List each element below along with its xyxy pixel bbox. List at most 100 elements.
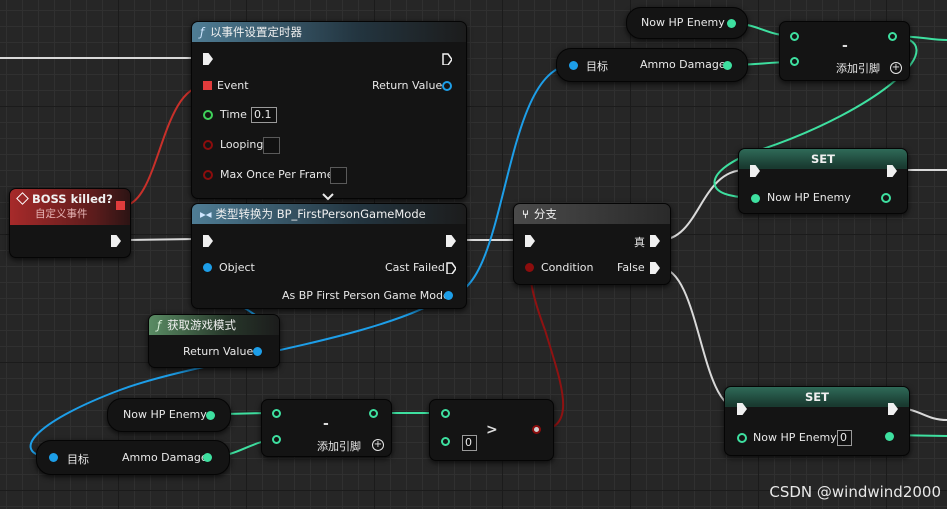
target-label: 目标 [67, 453, 89, 466]
now-hp-value-input[interactable]: 0 [837, 430, 852, 446]
target-pin[interactable] [569, 61, 578, 70]
cast-failed-pin[interactable] [446, 262, 456, 274]
now-hp-output-pin[interactable] [881, 193, 891, 203]
top-subtract-node[interactable]: - 添加引脚 + [779, 21, 910, 81]
event-diamond-icon [16, 192, 29, 205]
return-value-label: Return Value [372, 79, 443, 92]
set-node-top[interactable]: SET Now HP Enemy [738, 148, 908, 214]
top-now-hp-getter[interactable]: Now HP Enemy [626, 7, 748, 39]
boss-killed-header: BOSS killed? 自定义事件 [10, 189, 130, 225]
exec-out-pin[interactable] [442, 53, 452, 65]
set-node-bottom[interactable]: SET Now HP Enemy 0 [724, 386, 910, 456]
set-timer-node[interactable]: ƒ 以事件设置定时器 Event Return Value Time 0.1 Lo… [191, 21, 467, 201]
bottom-ammo-damage-getter[interactable]: 目标 Ammo Damage [36, 440, 230, 475]
branch-header: ⑂ 分支 [514, 204, 670, 224]
cast-header: ▸◂ 类型转换为 BP_FirstPersonGameMode [192, 204, 466, 224]
get-game-mode-header: ƒ 获取游戏模式 [149, 315, 279, 335]
subtract-input-b-pin[interactable] [790, 57, 799, 66]
false-exec-pin[interactable] [650, 262, 660, 274]
exec-in-pin[interactable] [203, 235, 213, 247]
max-once-pin[interactable] [203, 170, 213, 180]
subtract-input-a-pin[interactable] [272, 409, 281, 418]
bottom-subtract-node[interactable]: - 添加引脚 + [261, 399, 392, 457]
exec-out-pin[interactable] [111, 235, 121, 247]
now-hp-label: Now HP Enemy [767, 191, 851, 204]
ammo-damage-label: Ammo Damage [122, 451, 208, 464]
now-hp-pin[interactable] [727, 19, 736, 28]
greater-input-a-pin[interactable] [441, 409, 450, 418]
set-timer-title: 以事件设置定时器 [210, 25, 303, 39]
false-label: False [617, 261, 645, 274]
object-label: Object [219, 261, 255, 274]
ammo-damage-pin[interactable] [203, 453, 212, 462]
target-label: 目标 [586, 60, 608, 73]
subtract-output-pin[interactable] [369, 409, 378, 418]
exec-wire [123, 238, 197, 241]
function-icon: ƒ [200, 25, 205, 39]
true-label: 真 [634, 236, 645, 249]
time-input[interactable]: 0.1 [251, 107, 277, 123]
cast-node[interactable]: ▸◂ 类型转换为 BP_FirstPersonGameMode Object Ca… [191, 203, 467, 309]
max-once-checkbox[interactable] [330, 167, 347, 184]
boss-killed-event-node[interactable]: BOSS killed? 自定义事件 [9, 188, 131, 258]
add-pin-icon[interactable]: + [372, 439, 384, 451]
condition-pin[interactable] [525, 263, 534, 272]
now-hp-label: Now HP Enemy [753, 431, 837, 444]
subtract-input-a-pin[interactable] [790, 32, 799, 41]
max-once-label: Max Once Per Frame [220, 168, 334, 181]
greater-symbol: > [486, 422, 498, 438]
now-hp-label: Now HP Enemy [641, 16, 725, 29]
event-pin-label: Event [217, 79, 249, 92]
add-pin-label[interactable]: 添加引脚 [836, 60, 880, 76]
now-hp-output-pin[interactable] [885, 432, 894, 441]
now-hp-input-pin[interactable] [737, 433, 747, 443]
greater-output-pin[interactable] [532, 425, 541, 434]
cast-arrow-icon: ▸◂ [200, 207, 212, 221]
branch-node[interactable]: ⑂ 分支 真 Condition False [513, 203, 671, 285]
subtract-symbol: - [323, 416, 329, 432]
boss-killed-title: BOSS killed? [32, 192, 113, 206]
object-pin[interactable] [203, 263, 212, 272]
branch-icon: ⑂ [522, 207, 529, 221]
delegate-out-pin[interactable] [116, 201, 125, 210]
now-hp-pin[interactable] [206, 411, 215, 420]
time-pin[interactable] [203, 110, 213, 120]
set-top-header: SET [739, 149, 907, 169]
exec-wire [659, 169, 746, 241]
bottom-now-hp-getter[interactable]: Now HP Enemy [107, 398, 231, 432]
as-bp-pin[interactable] [444, 291, 453, 300]
event-pin[interactable] [203, 81, 212, 90]
greater-input-b-pin[interactable] [441, 437, 450, 446]
set-timer-header: ƒ 以事件设置定时器 [192, 22, 466, 42]
add-pin-label[interactable]: 添加引脚 [317, 438, 361, 454]
now-hp-input-pin[interactable] [751, 194, 760, 203]
get-game-mode-node[interactable]: ƒ 获取游戏模式 Return Value [148, 314, 280, 368]
subtract-input-b-pin[interactable] [272, 435, 281, 444]
target-pin[interactable] [49, 453, 58, 462]
subtract-output-pin[interactable] [888, 32, 897, 41]
watermark: CSDN @windwind2000 [769, 483, 941, 501]
greater-value-input[interactable]: 0 [462, 435, 477, 451]
exec-in-pin[interactable] [525, 235, 535, 247]
subtract-symbol: - [842, 38, 848, 54]
cast-failed-label: Cast Failed [385, 261, 445, 274]
expand-chevron-icon[interactable] [322, 193, 334, 201]
function-icon: ƒ [157, 318, 162, 332]
return-value-pin[interactable] [253, 347, 262, 356]
looping-checkbox[interactable] [263, 137, 280, 154]
greater-than-node[interactable]: 0 > [429, 399, 554, 461]
true-exec-pin[interactable] [650, 235, 660, 247]
looping-label: Looping [220, 138, 264, 151]
branch-title: 分支 [533, 207, 557, 221]
looping-pin[interactable] [203, 140, 213, 150]
ammo-damage-pin[interactable] [723, 61, 732, 70]
exec-in-pin[interactable] [203, 53, 213, 65]
add-pin-icon[interactable]: + [890, 62, 902, 74]
as-bp-label: As BP First Person Game Mode [282, 289, 450, 302]
top-ammo-damage-getter[interactable]: 目标 Ammo Damage [556, 48, 748, 82]
cast-title: 类型转换为 BP_FirstPersonGameMode [215, 207, 426, 221]
exec-out-pin[interactable] [446, 235, 456, 247]
return-value-label: Return Value [183, 345, 254, 358]
return-value-pin[interactable] [442, 81, 452, 91]
ammo-damage-label: Ammo Damage [640, 58, 726, 71]
